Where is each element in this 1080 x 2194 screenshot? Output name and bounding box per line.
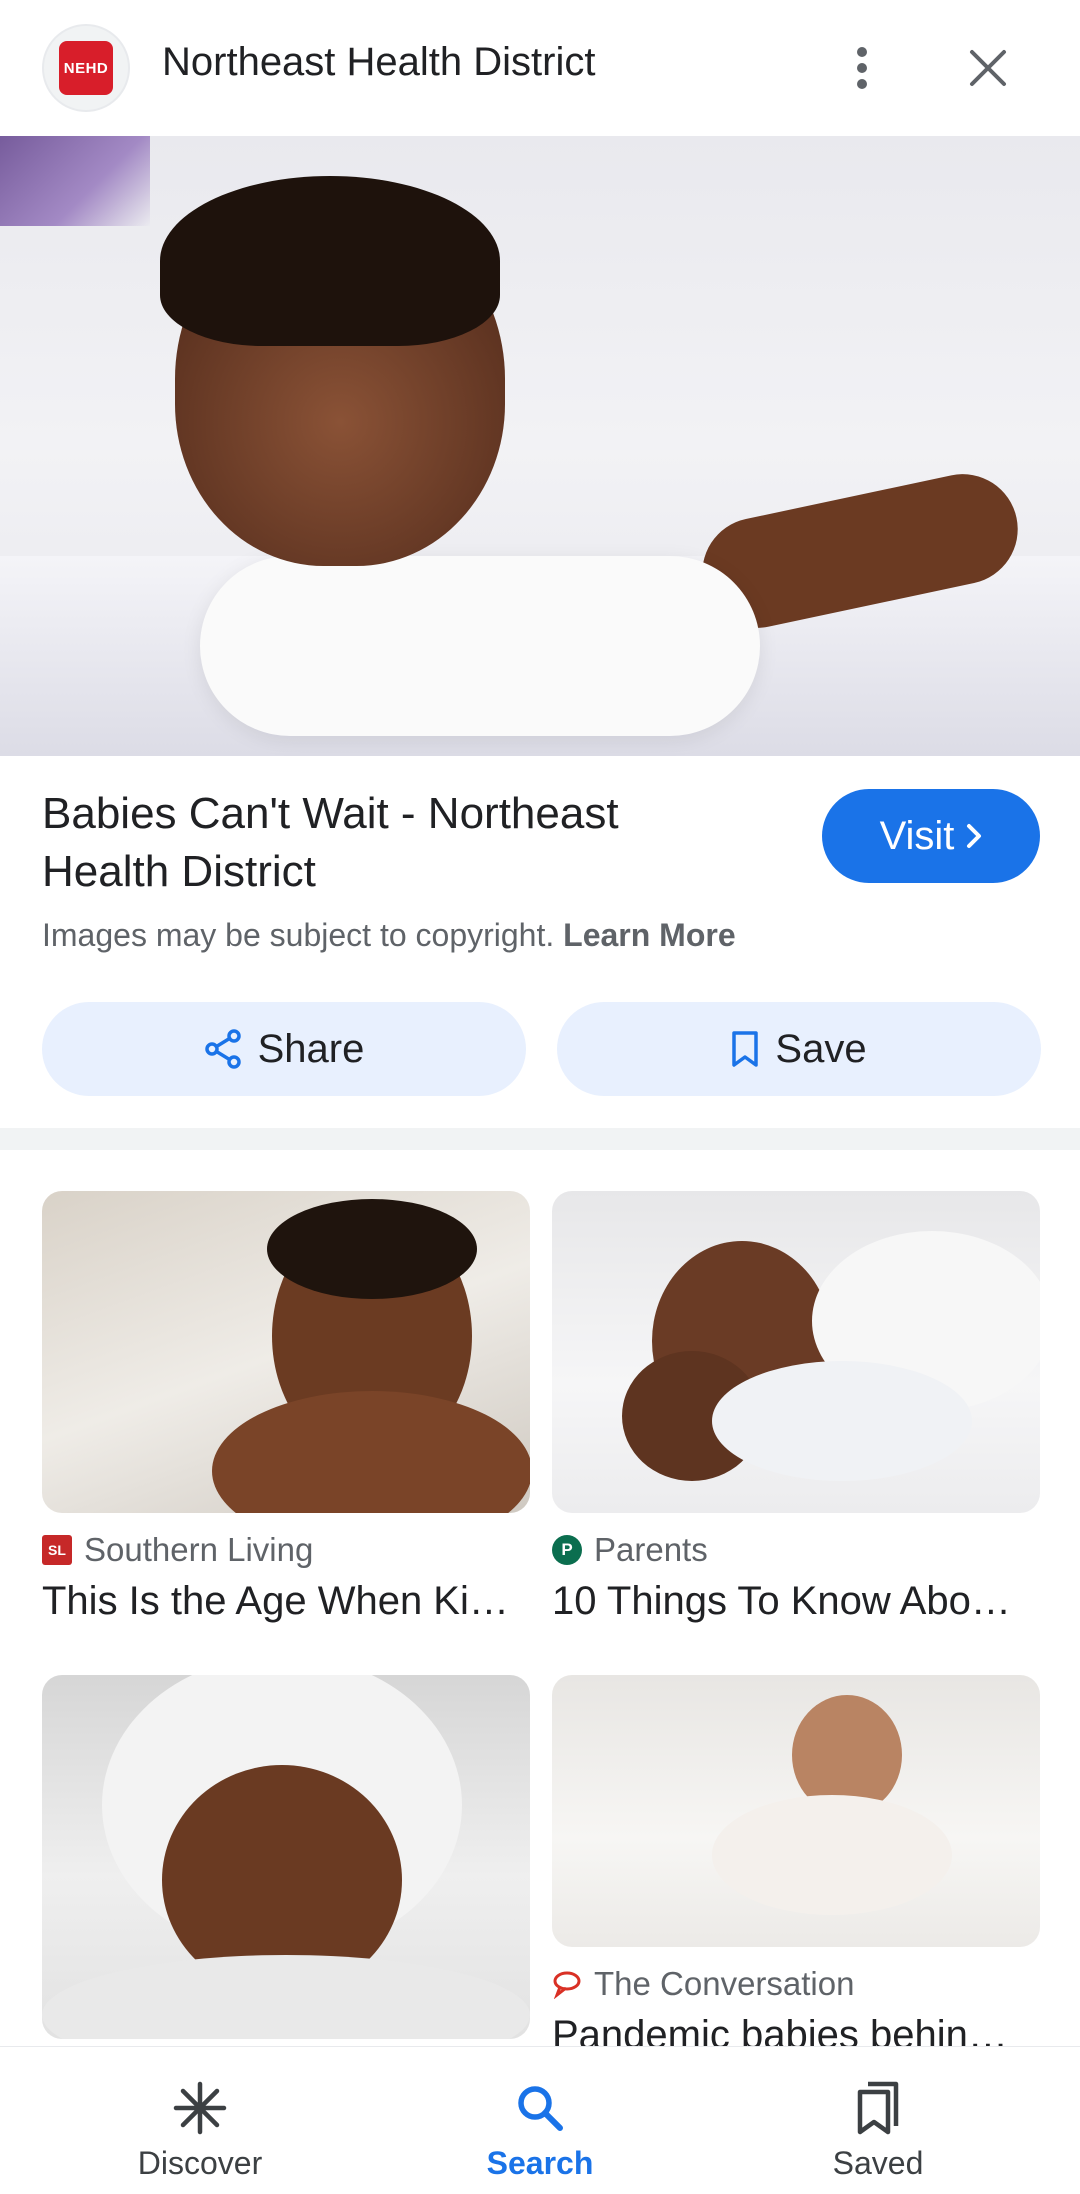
related-source-name: Southern Living (84, 1531, 314, 1568)
page-title: Northeast Health District (162, 40, 596, 84)
related-card[interactable]: The Conversation Pandemic babies behin… (552, 1675, 1040, 2058)
share-icon (204, 1029, 241, 1069)
bottom-navigation: Discover Search Saved (0, 2046, 1080, 2194)
site-logo[interactable]: NEHD (42, 24, 130, 112)
related-caption: This Is the Age When Ki… (42, 1579, 509, 1623)
thumb-baby-onesie (712, 1795, 952, 1915)
thumb-baby-hair (267, 1199, 477, 1299)
share-button[interactable]: Share (42, 1002, 526, 1096)
related-caption: 10 Things To Know Abo… (552, 1579, 1011, 1623)
southern-living-logo-icon: SL (42, 1535, 72, 1565)
related-source-name: The Conversation (594, 1965, 855, 2002)
related-card[interactable]: P Parents 10 Things To Know Abo… (552, 1191, 1040, 1624)
hero-image[interactable] (0, 136, 1080, 756)
related-source: SL Southern Living (42, 1531, 530, 1569)
related-thumbnail[interactable] (42, 1191, 530, 1513)
nav-discover-label: Discover (137, 2145, 263, 2181)
result-title[interactable]: Babies Can't Wait - Northeast Health Dis… (42, 785, 742, 901)
chevron-right-icon (967, 824, 982, 848)
hero-bg-accent (0, 136, 150, 226)
related-source-name: Parents (594, 1531, 708, 1568)
thumb-towel-base (42, 1955, 530, 2039)
visit-button[interactable]: Visit (822, 789, 1040, 883)
search-icon (514, 2077, 566, 2139)
bookmark-icon (732, 1031, 759, 1067)
nav-discover[interactable]: Discover (80, 2047, 320, 2194)
bookmarks-icon (854, 2077, 902, 2139)
asterisk-icon (172, 2077, 228, 2139)
close-icon (970, 50, 1006, 86)
close-button[interactable] (956, 36, 1020, 100)
learn-more-link[interactable]: Learn More (563, 917, 735, 953)
thumb-newborn-blanket (712, 1361, 972, 1481)
share-label: Share (257, 1026, 365, 1071)
top-bar: NEHD Northeast Health District (0, 0, 1080, 136)
hero-baby-hair (160, 176, 500, 346)
save-label: Save (775, 1026, 867, 1071)
related-thumbnail[interactable] (552, 1675, 1040, 1947)
related-thumbnail[interactable] (552, 1191, 1040, 1513)
related-card[interactable] (42, 1675, 530, 2039)
nav-saved-label: Saved (832, 2145, 924, 2181)
copyright-notice: Images may be subject to copyright. Lear… (42, 917, 736, 954)
nav-search-label: Search (486, 2145, 594, 2181)
section-divider (0, 1128, 1080, 1150)
hero-baby-body (200, 556, 760, 736)
parents-logo-icon: P (552, 1535, 582, 1565)
more-options-button[interactable] (832, 36, 892, 100)
nav-saved[interactable]: Saved (758, 2047, 998, 2194)
speech-bubble-icon (553, 1971, 581, 1999)
site-logo-mark: NEHD (59, 41, 113, 95)
related-source: The Conversation (552, 1965, 1040, 2003)
copyright-text: Images may be subject to copyright. (42, 917, 555, 953)
nav-search[interactable]: Search (420, 2047, 660, 2194)
more-vert-icon (857, 47, 867, 89)
thumb-baby-body (212, 1391, 530, 1513)
related-source: P Parents (552, 1531, 1040, 1569)
related-card[interactable]: SL Southern Living This Is the Age When … (42, 1191, 530, 1624)
related-thumbnail[interactable] (42, 1675, 530, 2039)
visit-label: Visit (879, 813, 955, 858)
save-button[interactable]: Save (557, 1002, 1041, 1096)
